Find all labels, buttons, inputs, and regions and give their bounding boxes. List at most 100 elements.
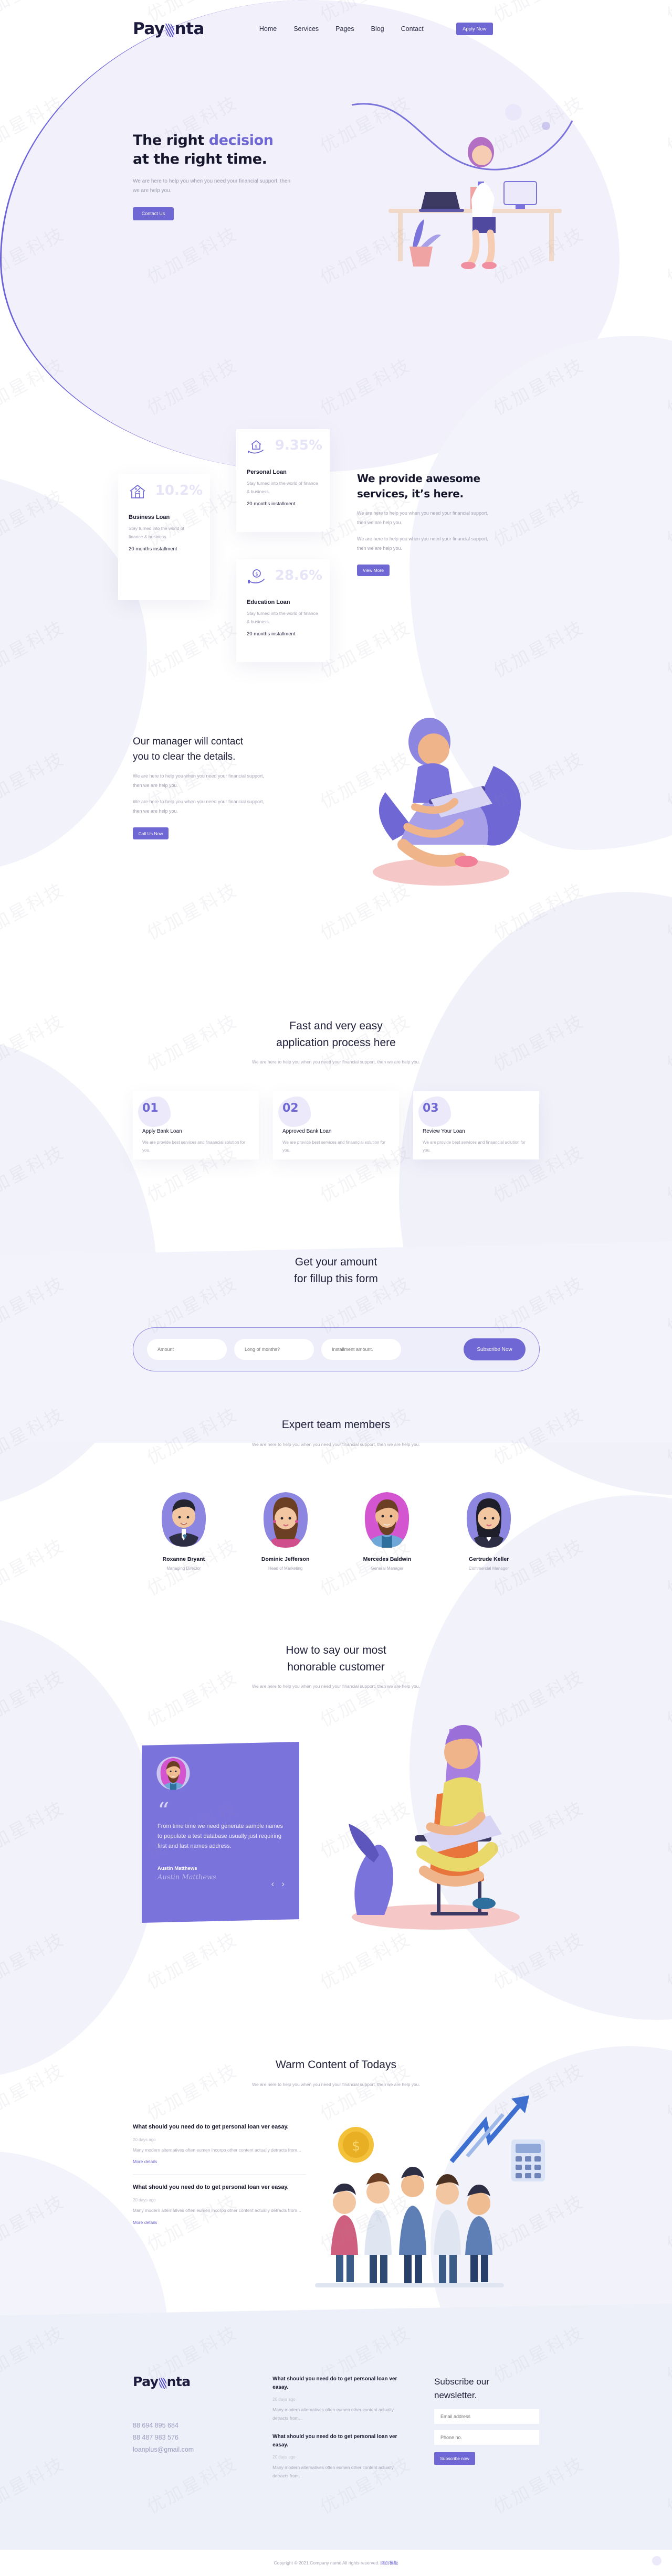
testimonial-title-line1: How to say our most xyxy=(286,1644,386,1656)
step-title-1: Apply Bank Loan xyxy=(142,1129,182,1134)
testimonial-subtitle: We are here to help you when you need yo… xyxy=(252,1684,420,1689)
blog-illustration: $ xyxy=(294,2078,567,2298)
team-subtitle: We are here to help you when you need yo… xyxy=(252,1441,420,1447)
team-member-3[interactable]: Mercedes Baldwin General Manager xyxy=(337,1490,438,1571)
process-title: Fast and very easy application process h… xyxy=(0,1018,672,1051)
nav-item-contact[interactable]: Contact xyxy=(401,25,424,33)
loan-title-business: Business Loan xyxy=(129,514,170,520)
process-heading: Fast and very easy application process h… xyxy=(0,1018,672,1067)
footer-contact-info: 88 694 895 684 88 487 983 576 loanplus@g… xyxy=(133,2420,272,2456)
view-more-button[interactable]: View More xyxy=(357,565,390,577)
copyright-text: Copyright © 2021.Company name All rights… xyxy=(274,2560,380,2566)
testimonial-navigation: ‹ › xyxy=(271,1879,285,1889)
nav-item-services[interactable]: Services xyxy=(293,25,319,33)
subscribe-now-button[interactable]: Subscribe Now xyxy=(464,1338,526,1360)
newsletter-title-line2: newsletter. xyxy=(434,2390,477,2401)
manager-title: Our manager will contact you to clear th… xyxy=(133,735,311,764)
hero-title: The right decision at the right time. xyxy=(133,131,359,169)
step-title-2: Approved Bank Loan xyxy=(282,1129,332,1134)
footer-phone-1[interactable]: 88 694 895 684 xyxy=(133,2420,272,2432)
newsletter-phone-input[interactable] xyxy=(434,2430,539,2445)
team-member-2[interactable]: Dominic Jefferson Head of Marketing xyxy=(235,1490,337,1571)
blog-more-details-link-2[interactable]: More details xyxy=(133,2220,157,2225)
testimonial-title: How to say our most honorable customer xyxy=(0,1642,672,1675)
copyright-cn-link[interactable]: 网页模板 xyxy=(380,2560,398,2566)
footer-logo-text-right: nta xyxy=(166,2374,191,2389)
blog-post-title-2: What should you need do to get personal … xyxy=(133,2184,289,2191)
installment-amount-input[interactable] xyxy=(321,1339,401,1360)
team-member-1[interactable]: Roxanne Bryant Managing Director xyxy=(133,1490,235,1571)
brand-logo[interactable]: Pay nta xyxy=(133,19,204,38)
step-number-3: 03 xyxy=(423,1102,439,1115)
amount-form-title-line2: for fillup this form xyxy=(294,1272,378,1285)
process-step-2[interactable]: 02 Approved Bank Loan We are provide bes… xyxy=(273,1091,399,1159)
testimonial-heading: How to say our most honorable customer W… xyxy=(0,1642,672,1691)
contact-us-button[interactable]: Contact Us xyxy=(133,207,174,220)
hero-title-part1: The right xyxy=(133,132,209,148)
months-input[interactable] xyxy=(234,1339,314,1360)
house-percent-icon xyxy=(129,484,146,499)
scroll-to-top-button[interactable] xyxy=(652,2556,662,2566)
services-section: We provide awesome services, it’s here. … xyxy=(357,471,530,577)
newsletter-subscribe-button[interactable]: Subscribe now xyxy=(434,2452,475,2465)
process-step-3[interactable]: 03 Review Your Loan We are provide best … xyxy=(413,1091,539,1159)
testimonial-next-button[interactable]: › xyxy=(281,1879,285,1889)
testimonial-quote: From time time we need generate sample n… xyxy=(158,1823,284,1849)
nav-item-home[interactable]: Home xyxy=(259,25,277,33)
testimonial-illustration xyxy=(326,1695,562,1941)
loan-card-education[interactable]: 28.6% $ Education Loan Stay turned into … xyxy=(236,559,330,662)
loan-card-personal[interactable]: 9.35% $ Personal Loan Stay turned into t… xyxy=(236,429,330,532)
quote-mark-icon: “ xyxy=(158,1798,170,1825)
team-member-4[interactable]: Gertrude Keller Commercial Manager xyxy=(438,1490,540,1571)
apply-now-button[interactable]: Apply Now xyxy=(456,23,493,35)
step-number-2: 02 xyxy=(282,1102,299,1115)
team-member-role-2: Head of Marketing xyxy=(268,1566,303,1571)
amount-input[interactable] xyxy=(147,1339,227,1360)
testimonial-prev-button[interactable]: ‹ xyxy=(271,1879,275,1889)
newsletter-email-input[interactable] xyxy=(434,2409,539,2424)
services-title-line2: services, it’s here. xyxy=(357,487,464,500)
hand-coin-icon: $ xyxy=(247,569,265,584)
loan-card-business[interactable]: 10.2% Business Loan Stay turned into the… xyxy=(118,474,210,600)
manager-illustration xyxy=(336,687,556,897)
blog-post-2[interactable]: What should you need do to get personal … xyxy=(133,2175,306,2234)
amount-form: Subscribe Now xyxy=(133,1327,540,1371)
call-us-now-button[interactable]: Call Us Now xyxy=(133,827,169,840)
process-title-line1: Fast and very easy xyxy=(289,1020,383,1032)
team-member-role-1: Managing Director xyxy=(166,1566,201,1571)
footer-phone-2[interactable]: 88 487 983 576 xyxy=(133,2432,272,2444)
footer-post-excerpt-2: Many modern alternatives often eumen oth… xyxy=(272,2465,394,2479)
nav-item-blog[interactable]: Blog xyxy=(371,25,384,33)
team-member-name-1: Roxanne Bryant xyxy=(162,1556,205,1562)
avatar xyxy=(159,1490,209,1549)
blog-post-1[interactable]: What should you need do to get personal … xyxy=(133,2114,306,2175)
loan-rate-personal: 9.35% xyxy=(275,438,322,453)
loan-installment-education: 20 months installment xyxy=(247,631,296,637)
blog-more-details-link-1[interactable]: More details xyxy=(133,2159,157,2164)
hero-section: The right decision at the right time. We… xyxy=(133,131,359,220)
footer-post-1[interactable]: What should you need do to get personal … xyxy=(272,2375,405,2433)
footer-brand-logo[interactable]: Pay nta xyxy=(133,2374,272,2389)
blog-post-date-1: 20 days ago xyxy=(133,2137,156,2142)
process-steps: 01 Apply Bank Loan We are provide best s… xyxy=(133,1091,540,1159)
loan-installment-business: 20 months installment xyxy=(129,546,177,552)
process-step-1[interactable]: 01 Apply Bank Loan We are provide best s… xyxy=(133,1091,259,1159)
footer-post-2[interactable]: What should you need do to get personal … xyxy=(272,2433,405,2490)
main-navigation: Home Services Pages Blog Contact Apply N… xyxy=(259,23,493,35)
footer-email[interactable]: loanplus@gmail.com xyxy=(133,2444,272,2456)
hero-title-part2: at the right time. xyxy=(133,151,267,168)
testimonial-card: “ From time time we need generate sample… xyxy=(142,1742,299,1923)
loan-rate-business: 10.2% xyxy=(155,483,203,498)
loan-title-education: Education Loan xyxy=(247,599,290,605)
svg-text:$: $ xyxy=(352,2138,361,2154)
step-number-1: 01 xyxy=(142,1102,159,1115)
blog-posts: What should you need do to get personal … xyxy=(133,2114,306,2235)
nav-item-pages[interactable]: Pages xyxy=(335,25,354,33)
footer-post-title-2: What should you need do to get personal … xyxy=(272,2434,397,2449)
avatar xyxy=(464,1490,514,1549)
footer-post-excerpt-1: Many modern alternatives often eumen oth… xyxy=(272,2407,394,2421)
blog-post-excerpt-1: Many modern alternatives often eumen inc… xyxy=(133,2147,302,2153)
copyright-bar: Copyright © 2021.Company name All rights… xyxy=(0,2550,672,2576)
brand-logo-text-left: Pay xyxy=(133,19,165,38)
team-members: Roxanne Bryant Managing Director Dominic… xyxy=(133,1490,540,1571)
